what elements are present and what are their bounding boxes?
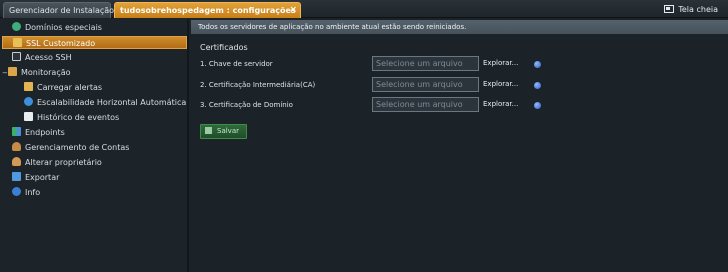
intermediate-ca-label: 2. Certificação Intermediária(CA) <box>200 81 316 89</box>
sidebar-item-label: Acesso SSH <box>25 53 72 62</box>
globe-icon <box>12 22 21 31</box>
tab-configurations[interactable]: tudosobrehospedagem : configurações × <box>114 2 301 18</box>
scaling-icon <box>24 97 33 106</box>
sidebar-item-info[interactable]: Info <box>12 186 182 199</box>
sidebar-item-endpoints[interactable]: Endpoints <box>12 126 182 139</box>
section-title: Certificados <box>200 43 248 52</box>
sidebar-item-event-history[interactable]: Histórico de eventos <box>24 111 184 124</box>
fullscreen-icon <box>664 5 675 13</box>
server-key-file-input[interactable] <box>372 56 479 71</box>
sidebar-item-label: Endpoints <box>25 128 65 137</box>
restart-notice: Todos os servidores de aplicação no ambi… <box>191 20 728 34</box>
sidebar-item-label: Exportar <box>25 173 60 182</box>
fullscreen-button[interactable]: Tela cheia <box>664 3 718 16</box>
ssl-config-panel: Todos os servidores de aplicação no ambi… <box>191 19 728 272</box>
sidebar-item-export[interactable]: Exportar <box>12 171 182 184</box>
sidebar-item-label: Carregar alertas <box>37 83 103 92</box>
save-label: Salvar <box>217 127 239 135</box>
history-icon <box>24 112 33 121</box>
sidebar-item-custom-ssl[interactable]: SSL Customizado <box>2 36 187 49</box>
fullscreen-label: Tela cheia <box>678 5 718 14</box>
monitor-icon <box>8 67 17 76</box>
export-icon <box>12 172 21 181</box>
server-key-label: 1. Chave de servidor <box>200 60 273 68</box>
sidebar-item-change-owner[interactable]: Alterar proprietário <box>12 156 182 169</box>
sidebar-item-special-domains[interactable]: Domínios especiais <box>12 21 182 34</box>
sidebar-item-label: Escalabilidade Horizontal Automática <box>37 98 187 107</box>
sidebar-item-account-management[interactable]: Gerenciamento de Contas <box>12 141 182 154</box>
sidebar-item-load-alerts[interactable]: Carregar alertas <box>24 81 184 94</box>
endpoints-icon <box>12 127 21 136</box>
terminal-icon <box>12 52 21 61</box>
save-icon <box>205 127 212 134</box>
help-icon[interactable] <box>534 61 541 68</box>
sidebar-item-auto-scaling[interactable]: Escalabilidade Horizontal Automática <box>24 96 187 109</box>
help-icon[interactable] <box>534 82 541 89</box>
accounts-icon <box>12 142 21 151</box>
domain-cert-file-input[interactable] <box>372 97 479 112</box>
sidebar-item-label: Histórico de eventos <box>37 113 120 122</box>
lock-icon <box>13 38 22 47</box>
sidebar-item-label: SSL Customizado <box>26 39 96 48</box>
sidebar-item-label: Alterar proprietário <box>25 158 102 167</box>
owner-icon <box>12 157 21 166</box>
info-icon <box>12 187 21 196</box>
sidebar: Domínios especiais SSL Customizado Acess… <box>0 19 189 272</box>
help-icon[interactable] <box>534 102 541 109</box>
save-button[interactable]: Salvar <box>200 124 247 139</box>
tab-installation-manager[interactable]: Gerenciador de Instalação <box>3 2 115 18</box>
sidebar-item-label: Gerenciamento de Contas <box>25 143 130 152</box>
close-icon[interactable]: × <box>289 3 297 18</box>
sidebar-item-label: Info <box>25 188 41 197</box>
domain-cert-label: 3. Certificação de Domínio <box>200 101 293 109</box>
top-tab-bar: Gerenciador de Instalação tudosobrehospe… <box>0 0 728 18</box>
tab-label: Gerenciador de Instalação <box>9 6 115 15</box>
intermediate-ca-file-input[interactable] <box>372 77 479 92</box>
sidebar-item-label: Monitoração <box>21 68 71 77</box>
intermediate-ca-browse-button[interactable]: Explorar... <box>483 78 526 91</box>
tab-label: tudosobrehospedagem : configurações <box>120 6 296 15</box>
server-key-browse-button[interactable]: Explorar... <box>483 57 526 70</box>
sidebar-item-monitoring[interactable]: − Monitoração <box>2 66 182 79</box>
sidebar-item-label: Domínios especiais <box>25 23 102 32</box>
sidebar-item-ssh-access[interactable]: Acesso SSH <box>12 51 182 64</box>
domain-cert-browse-button[interactable]: Explorar... <box>483 98 526 111</box>
alert-icon <box>24 82 33 91</box>
